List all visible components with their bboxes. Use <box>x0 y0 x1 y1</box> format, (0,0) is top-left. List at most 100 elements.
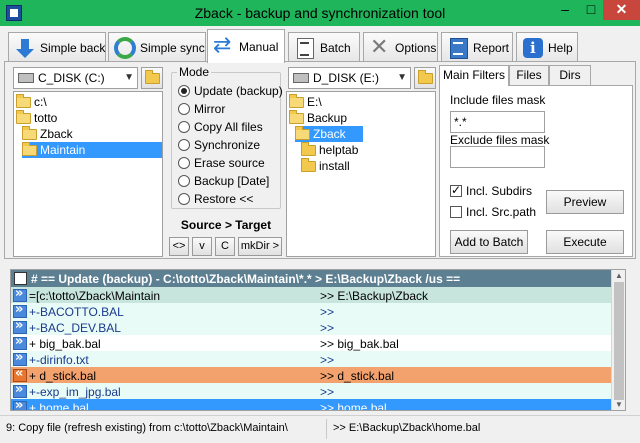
source-folder-button[interactable] <box>141 67 163 89</box>
tree-node[interactable]: Zback <box>22 125 73 142</box>
radio-button[interactable] <box>178 103 190 115</box>
exclude-mask-input[interactable] <box>450 146 545 168</box>
forward-arrow-icon <box>13 302 27 318</box>
folder-open-icon <box>16 93 31 108</box>
folder-icon <box>301 141 316 156</box>
status-left: 9: Copy file (refresh existing) from c:\… <box>6 422 288 434</box>
incl-subdirs-checkbox[interactable]: Incl. Subdirs <box>450 183 532 198</box>
checkbox-box[interactable] <box>450 183 462 197</box>
operation-source: + d_stick.bal <box>29 368 97 383</box>
vertical-scrollbar[interactable]: ▲ ▼ <box>611 270 625 410</box>
tab-simple-back[interactable]: Simple back <box>8 32 106 62</box>
filters-panel: Main Filters Files Dirs Include files ma… <box>439 65 635 257</box>
mode-copy-all-radio[interactable]: Copy All files <box>178 119 263 135</box>
folder-icon <box>418 70 433 84</box>
main-toolbar: Simple back Simple sync Manual Batch Opt… <box>0 26 640 63</box>
radio-button[interactable] <box>178 121 190 133</box>
minimize-button[interactable]: – <box>551 0 579 20</box>
operation-list: # == Update (backup) - C:\totto\Zback\Ma… <box>10 269 626 411</box>
operation-row[interactable]: + d_stick.bal >> d_stick.bal <box>11 366 611 384</box>
operation-target: >> d_stick.bal <box>320 368 395 383</box>
checkbox-box[interactable] <box>450 206 462 218</box>
target-folder-button[interactable] <box>414 67 436 89</box>
tab-manual[interactable]: Manual <box>207 29 285 63</box>
tab-simple-sync[interactable]: Simple sync <box>108 32 206 62</box>
operation-row[interactable]: +-exp_im_jpg.bal >> <box>11 382 611 400</box>
mode-update-radio[interactable]: Update (backup) <box>178 83 283 99</box>
tree-node[interactable]: install <box>301 157 350 174</box>
execute-button[interactable]: Execute <box>546 230 624 254</box>
chevron-down-icon: ▼ <box>124 72 134 83</box>
source-drive-label: C_DISK (C:) <box>38 71 105 85</box>
folder-open-icon <box>295 125 310 140</box>
scrollbar-thumb[interactable] <box>614 282 624 400</box>
operation-row[interactable]: +-dirinfo.txt >> <box>11 350 611 368</box>
operation-target: >> E:\Backup\Zback <box>320 288 429 303</box>
mode-erase-source-radio[interactable]: Erase source <box>178 155 265 171</box>
mode-backup-date-radio[interactable]: Backup [Date] <box>178 173 269 189</box>
mode-restore-radio[interactable]: Restore << <box>178 191 253 207</box>
mode-group: Mode Update (backup) Mirror Copy All fil… <box>171 65 283 209</box>
tab-dirs[interactable]: Dirs <box>549 65 591 85</box>
tab-report[interactable]: Report <box>441 32 513 62</box>
radio-label: Synchronize <box>194 138 261 152</box>
tree-node-selected[interactable]: Maintain <box>22 141 162 158</box>
incl-srcpath-checkbox[interactable]: Incl. Src.path <box>450 205 536 219</box>
scroll-down-icon[interactable]: ▼ <box>615 400 623 409</box>
radio-button[interactable] <box>178 193 190 205</box>
swap-button[interactable]: <> <box>169 237 189 256</box>
radio-button[interactable] <box>178 139 190 151</box>
compare-button[interactable]: C <box>215 237 235 256</box>
mode-mirror-radio[interactable]: Mirror <box>178 101 225 117</box>
operation-target: >> <box>320 384 335 399</box>
radio-label: Mirror <box>194 102 226 116</box>
report-icon <box>447 37 469 59</box>
tab-main-filters[interactable]: Main Filters <box>439 65 509 86</box>
add-to-batch-button[interactable]: Add to Batch <box>450 230 528 254</box>
radio-button[interactable] <box>178 85 190 97</box>
tree-node[interactable]: c:\ <box>16 93 47 110</box>
source-drive-select[interactable]: C_DISK (C:) ▼ <box>13 67 138 89</box>
preview-button[interactable]: Preview <box>546 190 624 214</box>
view-button[interactable]: v <box>192 237 212 256</box>
mkdir-button[interactable]: mkDir > <box>238 237 282 256</box>
operation-row[interactable]: + big_bak.bal >> big_bak.bal <box>11 334 611 352</box>
status-right: >> E:\Backup\Zback\home.bal <box>333 422 481 434</box>
operation-source: =[c:\totto\Zback\Maintain <box>29 288 161 303</box>
mode-synchronize-radio[interactable]: Synchronize <box>178 137 260 153</box>
chevron-down-icon: ▼ <box>397 72 407 83</box>
tab-help[interactable]: Help <box>516 32 578 62</box>
exclude-mask-label: Exclude files mask <box>450 133 550 147</box>
tab-files[interactable]: Files <box>509 65 549 85</box>
radio-button[interactable] <box>178 175 190 187</box>
folder-icon <box>301 157 316 172</box>
maximize-button[interactable]: □ <box>577 0 605 20</box>
tree-node-selected[interactable]: Zback <box>295 125 363 142</box>
arrow-down-icon <box>14 37 36 59</box>
target-drive-select[interactable]: D_DISK (E:) ▼ <box>288 67 411 89</box>
tab-options[interactable]: Options <box>363 32 438 62</box>
folder-icon <box>145 70 160 84</box>
operation-row[interactable]: =[c:\totto\Zback\Maintain >> E:\Backup\Zb… <box>11 286 611 304</box>
select-all-checkbox[interactable] <box>14 272 27 285</box>
operation-row[interactable]: +-BAC_DEV.BAL >> <box>11 318 611 336</box>
radio-label: Restore << <box>194 192 254 206</box>
source-folder-tree: c:\ totto Zback Maintain <box>13 91 163 257</box>
radio-label: Erase source <box>194 156 265 170</box>
operation-target: >> <box>320 352 335 367</box>
close-button[interactable]: ✕ <box>603 0 640 20</box>
tree-node[interactable]: totto <box>16 109 57 126</box>
checkbox-label: Incl. Src.path <box>466 205 537 219</box>
scroll-up-icon[interactable]: ▲ <box>615 271 623 280</box>
folder-open-icon <box>22 125 37 140</box>
radio-button[interactable] <box>178 157 190 169</box>
operation-target: >> <box>320 320 335 335</box>
tab-batch[interactable]: Batch <box>288 32 360 62</box>
tree-node[interactable]: Backup <box>289 109 347 126</box>
tree-node[interactable]: helptab <box>301 141 358 158</box>
filters-tab-body: Include files mask *.* Exclude files mas… <box>439 85 633 257</box>
operation-row[interactable]: + home.bal >> home.bal <box>11 398 611 410</box>
include-mask-input[interactable]: *.* <box>450 111 545 133</box>
operation-row[interactable]: +-BACOTTO.BAL >> <box>11 302 611 320</box>
tree-node[interactable]: E:\ <box>289 93 322 110</box>
